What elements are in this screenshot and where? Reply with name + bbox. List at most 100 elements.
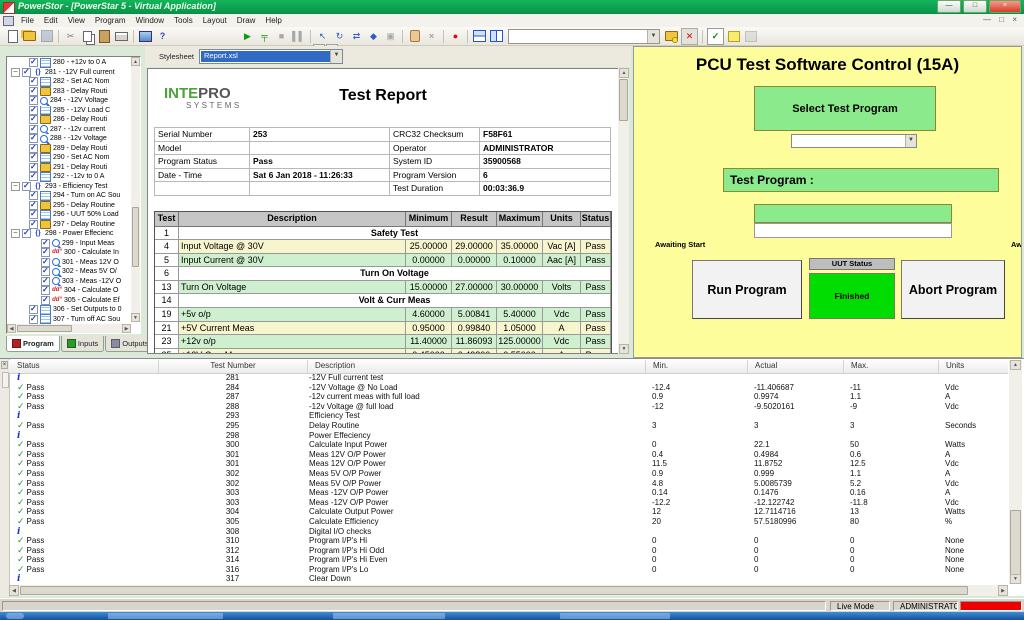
- results-horizontal-scrollbar[interactable]: ◀ ▶: [9, 585, 1008, 596]
- result-row[interactable]: ✓Pass301Meas 12V O/P Power0.40.49840.6A: [9, 450, 1008, 460]
- pause-icon[interactable]: ▌▌: [291, 29, 306, 44]
- tree-item[interactable]: 296 - UUT 50% Load: [7, 210, 129, 220]
- checkbox-checked-icon[interactable]: [29, 58, 38, 67]
- result-row[interactable]: ✓Pass303Meas -12V O/P Power0.140.14760.1…: [9, 488, 1008, 498]
- open-icon[interactable]: [22, 29, 37, 44]
- tree-vertical-scrollbar[interactable]: ▲ ▼: [131, 57, 140, 322]
- run-program-button[interactable]: Run Program: [692, 260, 802, 319]
- result-row[interactable]: ✓Pass303Meas -12V O/P Power-12.2-12.1227…: [9, 498, 1008, 508]
- tree-item[interactable]: 303 - Meas -12V O: [7, 277, 129, 287]
- column-header-units[interactable]: Units: [938, 360, 1008, 373]
- result-row[interactable]: ✓Pass302Meas 5V O/P Power0.90.9991.1A: [9, 469, 1008, 479]
- taskbar-item[interactable]: [560, 613, 670, 619]
- result-row[interactable]: ✓Pass305Calculate Efficiency2057.5180996…: [9, 517, 1008, 527]
- mdi-document-icon[interactable]: [3, 16, 14, 26]
- test-program-input[interactable]: [754, 223, 952, 238]
- collapse-icon[interactable]: –: [11, 182, 20, 191]
- scroll-right-icon[interactable]: ▶: [998, 585, 1008, 596]
- scroll-up-icon[interactable]: ▲: [1010, 360, 1021, 370]
- menu-program[interactable]: Program: [90, 16, 131, 25]
- chevron-down-icon[interactable]: ▼: [330, 50, 342, 63]
- checkbox-checked-icon[interactable]: [29, 305, 38, 314]
- checkbox-checked-icon[interactable]: [22, 68, 31, 77]
- column-header-min[interactable]: Min.: [645, 360, 747, 373]
- stylesheet-dropdown[interactable]: Report.xsl ▼: [199, 49, 343, 64]
- scroll-right-icon[interactable]: ▶: [122, 324, 131, 333]
- new-icon[interactable]: [5, 29, 20, 44]
- windows-taskbar[interactable]: [0, 612, 1024, 620]
- menu-help[interactable]: Help: [260, 16, 286, 25]
- report-vertical-scrollbar[interactable]: ▲ ▼: [618, 68, 629, 354]
- loop-icon[interactable]: ↻: [332, 29, 347, 44]
- tree-item[interactable]: –{}298 - Power Effecienc: [7, 229, 129, 239]
- checkbox-checked-icon[interactable]: [41, 286, 50, 295]
- result-row[interactable]: i317Clear Down: [9, 574, 1008, 584]
- delete-icon[interactable]: ×: [424, 29, 439, 44]
- result-row[interactable]: ✓Pass301Meas 12V O/P Power11.511.875212.…: [9, 459, 1008, 469]
- result-row[interactable]: ✓Pass288-12v Voltage @ full load-12-9.50…: [9, 402, 1008, 412]
- tab-inputs[interactable]: Inputs: [61, 336, 104, 352]
- scroll-down-icon[interactable]: ▼: [1010, 574, 1021, 584]
- note-icon[interactable]: [726, 29, 741, 44]
- result-row[interactable]: ✓Pass300Calculate Input Power022.150Watt…: [9, 440, 1008, 450]
- tree-item[interactable]: 292 - -12v to 0 A: [7, 172, 129, 182]
- image-icon[interactable]: [138, 29, 153, 44]
- checkbox-checked-icon[interactable]: [29, 96, 38, 105]
- checkbox-checked-icon[interactable]: [41, 239, 50, 248]
- tree-item[interactable]: 306 - Set Outputs to 0: [7, 305, 129, 315]
- save-icon[interactable]: [39, 29, 54, 44]
- stop-icon[interactable]: ■: [274, 29, 289, 44]
- checkbox-checked-icon[interactable]: [22, 182, 31, 191]
- tree-item[interactable]: 286 - Delay Routi: [7, 115, 129, 125]
- pane-close-icon[interactable]: ×: [1, 361, 8, 369]
- tree-item[interactable]: 295 - Delay Routine: [7, 201, 129, 211]
- open-program-icon[interactable]: [664, 29, 679, 44]
- menu-draw[interactable]: Draw: [232, 16, 261, 25]
- sign-report-icon[interactable]: ✓: [707, 28, 724, 45]
- tree-item[interactable]: 288 - -12v Voltage: [7, 134, 129, 144]
- step-icon[interactable]: ⇄: [349, 29, 364, 44]
- maximize-button[interactable]: □: [963, 0, 987, 13]
- cut-icon[interactable]: ✂: [63, 29, 78, 44]
- program-selector-combobox[interactable]: ▼: [508, 29, 660, 44]
- column-header-description[interactable]: Description: [307, 360, 645, 373]
- tree-item[interactable]: –{}293 - Efficiency Test: [7, 182, 129, 192]
- column-header-max[interactable]: Max.: [843, 360, 938, 373]
- checkbox-checked-icon[interactable]: [29, 201, 38, 210]
- paste-icon[interactable]: [97, 29, 112, 44]
- result-row[interactable]: ✓Pass312Program I/P's Hi Odd000None: [9, 546, 1008, 556]
- copy-icon[interactable]: [80, 29, 95, 44]
- print-icon[interactable]: [114, 29, 129, 44]
- checkbox-checked-icon[interactable]: [29, 144, 38, 153]
- tree-item[interactable]: 307 - Turn off AC Sou: [7, 315, 129, 325]
- tree-item[interactable]: 290 - Set AC Nom: [7, 153, 129, 163]
- tree-item[interactable]: dd°305 - Calculate Ef: [7, 296, 129, 306]
- checkbox-checked-icon[interactable]: [29, 172, 38, 181]
- checkbox-checked-icon[interactable]: [29, 220, 38, 229]
- abort-program-button[interactable]: Abort Program: [901, 260, 1005, 319]
- result-row[interactable]: ✓Pass287-12v current meas with full load…: [9, 392, 1008, 402]
- result-row[interactable]: i308Digital I/O checks: [9, 527, 1008, 537]
- scroll-up-icon[interactable]: ▲: [619, 68, 629, 78]
- tree-item[interactable]: dd°300 - Calculate In: [7, 248, 129, 258]
- column-header-actual[interactable]: Actual: [747, 360, 843, 373]
- record-icon[interactable]: ●: [448, 29, 463, 44]
- pane-grip[interactable]: [2, 372, 9, 388]
- checkbox-checked-icon[interactable]: [29, 191, 38, 200]
- tree-item[interactable]: 285 - -12V Load C: [7, 106, 129, 116]
- result-row[interactable]: i281-12V Full current test: [9, 373, 1008, 383]
- collapse-icon[interactable]: –: [11, 229, 20, 238]
- result-row[interactable]: ✓Pass302Meas 5V O/P Power4.85.00857395.2…: [9, 479, 1008, 489]
- checkbox-checked-icon[interactable]: [29, 87, 38, 96]
- collapse-icon[interactable]: –: [11, 68, 20, 77]
- column-header-status[interactable]: Status: [9, 360, 158, 373]
- results-vertical-scrollbar[interactable]: ▲ ▼: [1009, 360, 1022, 584]
- tree-item[interactable]: 282 - Set AC Nom: [7, 77, 129, 87]
- checkbox-checked-icon[interactable]: [29, 163, 38, 172]
- checkbox-checked-icon[interactable]: [29, 125, 38, 134]
- menu-view[interactable]: View: [63, 16, 90, 25]
- tree-item[interactable]: 289 - Delay Routi: [7, 144, 129, 154]
- checkbox-checked-icon[interactable]: [29, 115, 38, 124]
- mdi-window-controls[interactable]: — □ ×: [983, 15, 1020, 24]
- scroll-up-icon[interactable]: ▲: [131, 57, 140, 66]
